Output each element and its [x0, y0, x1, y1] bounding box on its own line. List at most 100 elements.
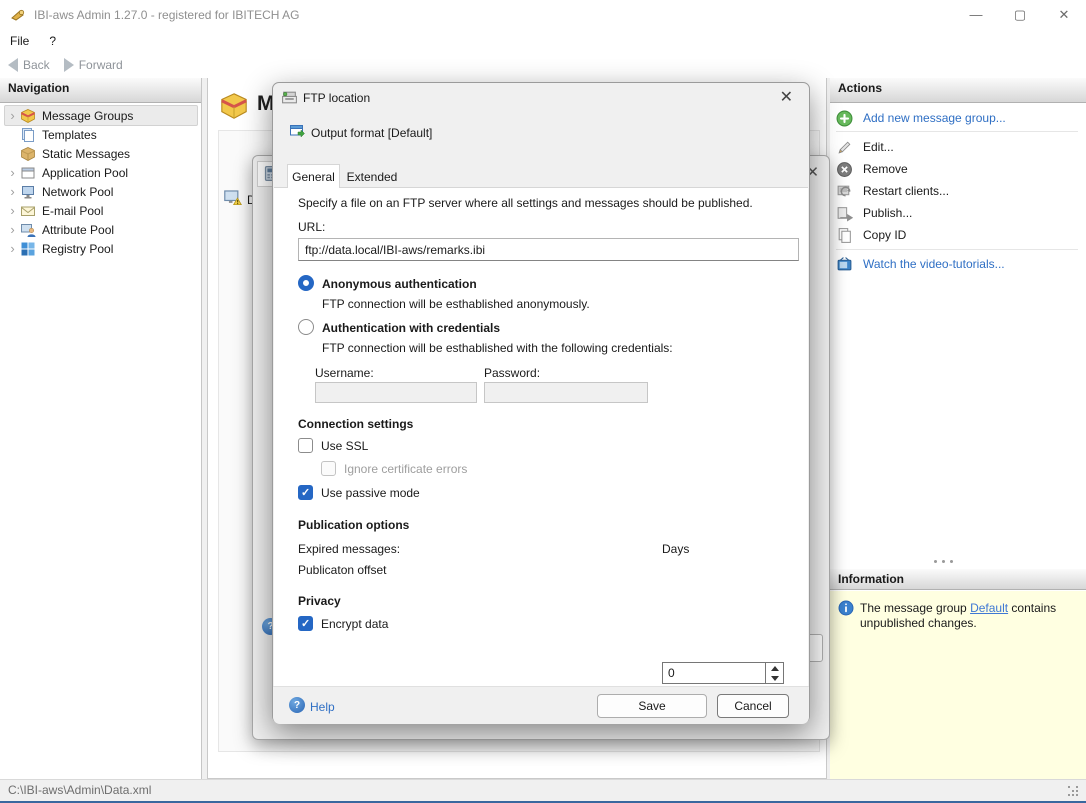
password-field[interactable]	[484, 382, 648, 403]
dialog-subtitle: Output format [Default]	[311, 126, 432, 140]
actions-header: Actions	[830, 78, 1086, 103]
tab-general[interactable]: General	[287, 164, 340, 188]
ftp-location-icon	[281, 89, 298, 106]
action-edit[interactable]: Edit...	[836, 137, 1080, 157]
dialog-close-icon[interactable]: ✕	[780, 90, 793, 106]
publication-offset-label: Publicaton offset	[298, 563, 387, 577]
sidebar-item-network-pool[interactable]: › Network Pool	[4, 181, 198, 202]
anonymous-auth-radio[interactable]	[298, 275, 314, 291]
toolbar: Back Forward	[0, 52, 1086, 79]
add-icon	[836, 110, 853, 127]
action-copy-id[interactable]: Copy ID	[836, 225, 1080, 245]
sidebar-item-templates[interactable]: Templates	[4, 124, 198, 145]
action-watch-video-tutorials[interactable]: Watch the video-tutorials...	[836, 254, 1080, 274]
chevron-right-icon[interactable]: ›	[5, 164, 20, 181]
window-title: IBI-aws Admin 1.27.0 - registered for IB…	[34, 8, 299, 22]
separator	[836, 249, 1078, 250]
help-icon: ?	[289, 697, 305, 713]
resize-grip[interactable]	[1068, 786, 1080, 798]
close-button[interactable]: ✕	[1042, 0, 1086, 29]
username-field[interactable]	[315, 382, 477, 403]
credentials-auth-label: Authentication with credentials	[322, 321, 500, 335]
menu-bar: File ?	[0, 30, 1086, 52]
tab-extended[interactable]: Extended	[343, 166, 401, 188]
dialog-footer: ? Help Save Cancel	[273, 686, 809, 724]
connection-settings-heading: Connection settings	[298, 417, 413, 431]
status-path: C:\IBI-aws\Admin\Data.xml	[8, 783, 151, 797]
encrypt-data-checkbox[interactable]	[298, 616, 313, 631]
cancel-button[interactable]: Cancel	[717, 694, 789, 718]
chevron-right-icon[interactable]: ›	[5, 240, 20, 257]
passive-mode-checkbox[interactable]	[298, 485, 313, 500]
remove-icon	[836, 161, 853, 178]
anonymous-auth-description: FTP connection will be esthablished anon…	[322, 297, 590, 311]
back-arrow-icon	[8, 58, 18, 72]
attribute-pool-icon	[20, 222, 37, 238]
sidebar-item-message-groups[interactable]: › Message Groups	[4, 105, 198, 126]
menu-help[interactable]: ?	[39, 31, 66, 51]
spinner-value: 0	[663, 663, 765, 683]
copy-id-icon	[836, 227, 853, 244]
spinner-down-button[interactable]	[766, 673, 783, 683]
credentials-auth-description: FTP connection will be esthablished with…	[322, 341, 673, 355]
chevron-right-icon[interactable]: ›	[5, 221, 20, 238]
title-bar: IBI-aws Admin 1.27.0 - registered for IB…	[0, 0, 1086, 30]
sidebar-item-attribute-pool[interactable]: › Attribute Pool	[4, 219, 198, 240]
chevron-right-icon[interactable]: ›	[5, 202, 20, 219]
edit-icon	[836, 139, 853, 156]
action-add-new-message-group[interactable]: Add new message group...	[836, 108, 1080, 128]
sidebar-item-registry-pool[interactable]: › Registry Pool	[4, 238, 198, 259]
publication-offset-spinner[interactable]: 0	[662, 662, 784, 684]
sidebar-item-email-pool[interactable]: › E-mail Pool	[4, 200, 198, 221]
network-pool-icon	[20, 184, 37, 200]
credentials-auth-radio[interactable]	[298, 319, 314, 335]
menu-file[interactable]: File	[0, 31, 39, 51]
application-pool-icon	[20, 165, 37, 181]
information-message: The message group Default contains unpub…	[860, 601, 1072, 631]
password-label: Password:	[484, 366, 540, 380]
templates-icon	[20, 127, 37, 143]
help-link[interactable]: Help	[310, 700, 335, 714]
sidebar-item-application-pool[interactable]: › Application Pool	[4, 162, 198, 183]
privacy-heading: Privacy	[298, 594, 341, 608]
forward-arrow-icon	[64, 58, 74, 72]
output-format-icon	[289, 123, 305, 139]
panel-splitter-handle[interactable]	[934, 560, 960, 564]
sidebar-item-static-messages[interactable]: Static Messages	[4, 143, 198, 164]
use-ssl-label: Use SSL	[321, 439, 368, 453]
default-group-link[interactable]: Default	[970, 601, 1008, 615]
navigation-panel: Navigation › Message Groups Templates	[0, 78, 202, 779]
url-input[interactable]	[298, 238, 799, 261]
information-header: Information	[830, 569, 1086, 590]
minimize-button[interactable]: —	[954, 0, 998, 29]
maximize-button[interactable]: ▢	[998, 0, 1042, 29]
anonymous-auth-label: Anonymous authentication	[322, 277, 477, 291]
use-ssl-checkbox[interactable]	[298, 438, 313, 453]
action-restart-clients[interactable]: Restart clients...	[836, 181, 1080, 201]
app-icon	[10, 7, 26, 23]
action-remove[interactable]: Remove	[836, 159, 1080, 179]
username-label: Username:	[315, 366, 374, 380]
chevron-right-icon[interactable]: ›	[5, 183, 20, 200]
spinner-up-button[interactable]	[766, 663, 783, 673]
ignore-cert-checkbox[interactable]	[321, 461, 336, 476]
separator	[836, 131, 1078, 132]
ftp-location-dialog: FTP location ✕ Output format [Default] G…	[272, 82, 810, 723]
message-groups-heading-icon	[219, 91, 249, 121]
video-tutorials-icon	[836, 256, 853, 273]
information-body: The message group Default contains unpub…	[830, 591, 1086, 779]
action-publish[interactable]: Publish...	[836, 203, 1080, 223]
app-window: IBI-aws Admin 1.27.0 - registered for IB…	[0, 0, 1086, 803]
publication-options-heading: Publication options	[298, 518, 409, 532]
back-button[interactable]: Back	[8, 58, 50, 72]
save-button[interactable]: Save	[597, 694, 707, 718]
encrypt-data-label: Encrypt data	[321, 617, 388, 631]
computer-warning-icon	[223, 188, 242, 207]
dialog-title: FTP location	[303, 91, 370, 105]
expired-messages-label: Expired messages:	[298, 542, 400, 556]
days-label: Days	[662, 542, 689, 556]
dialog-description: Specify a file on an FTP server where al…	[298, 196, 753, 210]
passive-mode-label: Use passive mode	[321, 486, 420, 500]
chevron-right-icon[interactable]: ›	[5, 107, 20, 124]
forward-button[interactable]: Forward	[64, 58, 123, 72]
